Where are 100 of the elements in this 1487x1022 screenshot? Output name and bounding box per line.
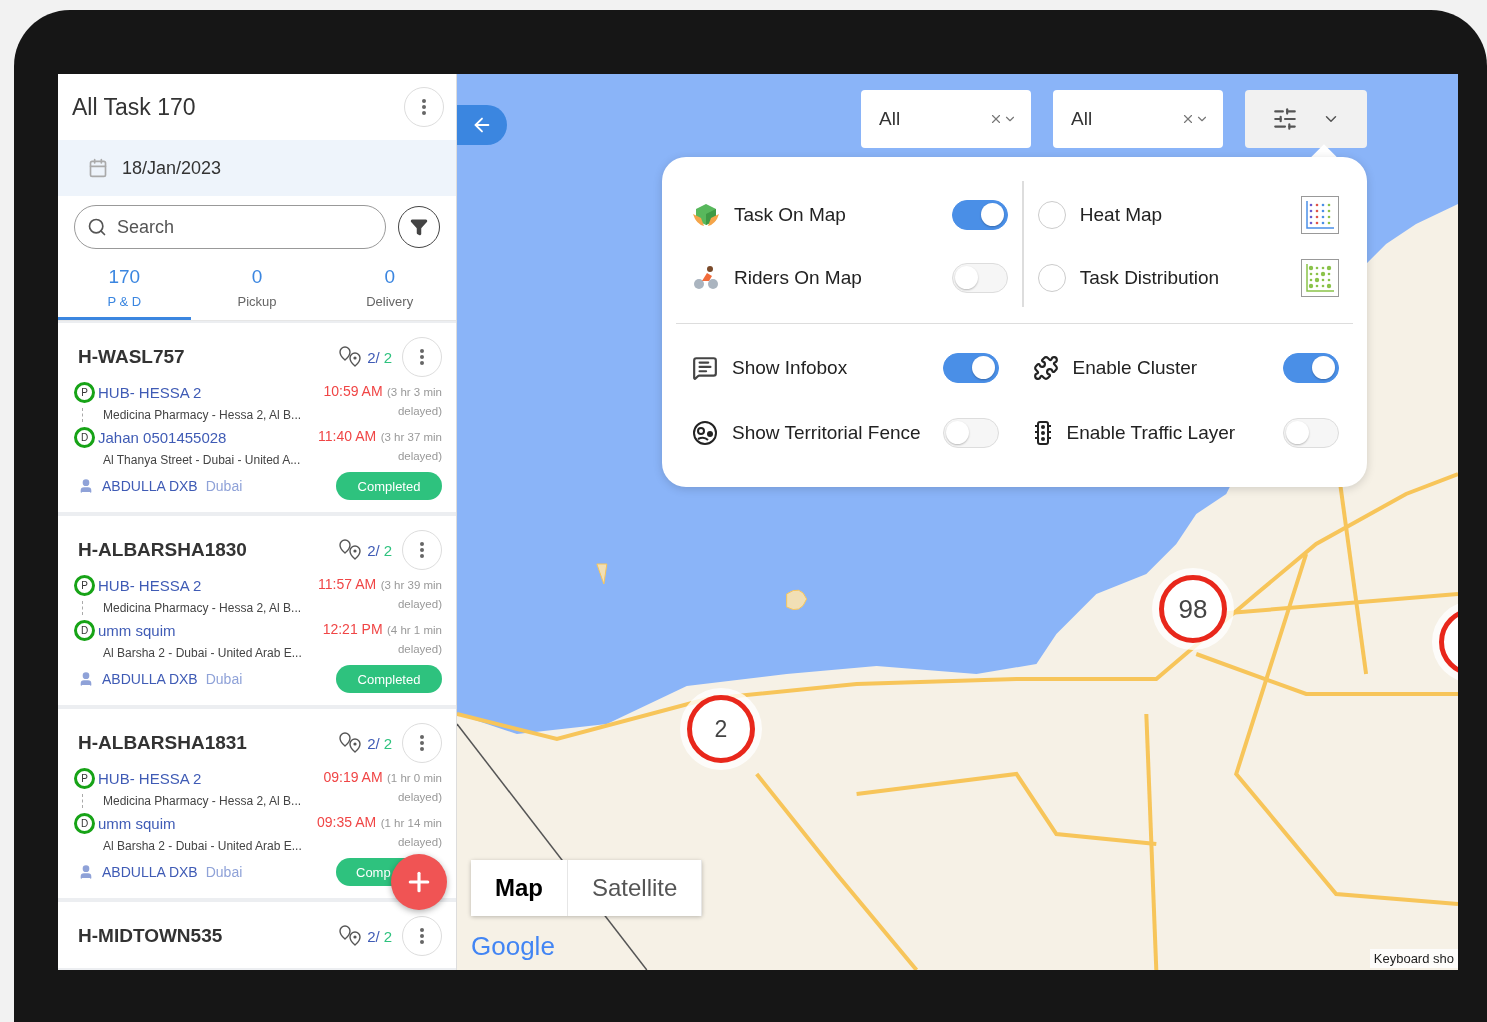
stops-total: 2 bbox=[383, 734, 392, 752]
kebab-icon bbox=[420, 349, 424, 365]
stop-time: 11:57 AM bbox=[318, 576, 377, 592]
calendar-icon bbox=[88, 158, 108, 178]
stop-name: umm squim bbox=[98, 815, 176, 832]
filter-select[interactable]: All bbox=[1053, 90, 1223, 148]
delay-text: (3 hr 37 min delayed) bbox=[380, 431, 442, 462]
clear-icon[interactable] bbox=[989, 112, 1003, 126]
delay-text: (1 hr 14 min delayed) bbox=[380, 817, 442, 848]
more-button[interactable] bbox=[402, 723, 442, 763]
filter-button[interactable] bbox=[398, 206, 440, 248]
option-label: Show Infobox bbox=[732, 357, 849, 380]
date-text[interactable]: 18/Jan/2023 bbox=[122, 157, 222, 179]
kebab-icon bbox=[420, 928, 424, 944]
task-id: H-ALBARSHA1831 bbox=[78, 732, 247, 754]
puzzle-icon bbox=[1032, 355, 1059, 382]
task-card[interactable]: H-MIDTOWN535 2/ 2 bbox=[58, 902, 456, 968]
traffic-light-icon bbox=[1032, 419, 1053, 446]
stop-marker: P bbox=[74, 768, 95, 789]
radio-button[interactable] bbox=[1037, 200, 1066, 229]
tab-label: P & D bbox=[107, 294, 142, 309]
more-button[interactable] bbox=[402, 337, 442, 377]
tab-label: Pickup bbox=[237, 294, 277, 309]
layers-settings-button[interactable] bbox=[1245, 90, 1367, 148]
stop-address: Al Barsha 2 - Dubai - United Arab E... bbox=[102, 839, 303, 853]
rider-city: Dubai bbox=[205, 671, 243, 687]
stop-address: Medicina Pharmacy - Hessa 2, Al B... bbox=[82, 601, 308, 615]
radio-button[interactable] bbox=[1037, 263, 1066, 292]
stop-name: Jahan 0501455028 bbox=[98, 429, 227, 446]
cyclist-icon bbox=[692, 264, 720, 291]
stop-marker: P bbox=[74, 382, 95, 403]
map-type-button[interactable]: Map bbox=[471, 860, 568, 916]
sliders-icon bbox=[1272, 106, 1298, 132]
map-pins-icon bbox=[339, 346, 364, 368]
clear-icon[interactable] bbox=[1181, 112, 1195, 126]
funnel-icon bbox=[410, 218, 428, 236]
face-icon bbox=[692, 419, 718, 446]
stop-address: Medicina Pharmacy - Hessa 2, Al B... bbox=[82, 794, 308, 808]
rider-name: ABDULLA DXB bbox=[102, 864, 198, 880]
panel-title: All Task 170 bbox=[72, 93, 196, 121]
task-id: H-WASL757 bbox=[78, 346, 185, 368]
stop-time: 09:19 AM bbox=[323, 769, 383, 785]
stop-name: umm squim bbox=[98, 622, 176, 639]
map-type-button[interactable]: Satellite bbox=[568, 860, 703, 916]
toggle-switch[interactable] bbox=[1283, 353, 1339, 384]
search-icon bbox=[87, 217, 107, 237]
user-icon bbox=[78, 671, 94, 687]
back-button[interactable] bbox=[457, 105, 507, 145]
tab-label: Delivery bbox=[366, 294, 414, 309]
task-id: H-ALBARSHA1830 bbox=[78, 539, 247, 561]
stop-marker: D bbox=[74, 813, 95, 834]
map-pins-icon bbox=[339, 539, 364, 561]
task-id: H-MIDTOWN535 bbox=[78, 925, 223, 947]
stop-address: Al Thanya Street - Dubai - United A... bbox=[102, 453, 302, 467]
status-badge: Completed bbox=[336, 665, 442, 693]
option-label: Show Territorial Fence bbox=[732, 421, 922, 444]
delay-text: (4 hr 1 min delayed) bbox=[387, 624, 442, 655]
option-label: Enable Traffic Layer bbox=[1066, 421, 1237, 444]
tab-count: 0 bbox=[251, 266, 263, 288]
view-label: Task Distribution bbox=[1079, 266, 1221, 289]
tab-count: 170 bbox=[108, 266, 141, 288]
stop-time: 10:59 AM bbox=[323, 383, 383, 399]
task-card[interactable] bbox=[58, 516, 456, 705]
kebab-icon bbox=[422, 99, 426, 115]
stop-address: Medicina Pharmacy - Hessa 2, Al B... bbox=[82, 408, 308, 422]
filter-select[interactable]: All bbox=[861, 90, 1031, 148]
stops-done: 2/ bbox=[367, 348, 380, 366]
view-label: Heat Map bbox=[1079, 203, 1164, 226]
heat-map-thumbnail-icon bbox=[1301, 195, 1339, 234]
user-icon bbox=[78, 478, 94, 494]
toggle-switch[interactable] bbox=[952, 199, 1009, 230]
stops-done: 2/ bbox=[367, 541, 380, 559]
stop-time: 09:35 AM bbox=[317, 814, 377, 830]
stop-marker: D bbox=[74, 620, 95, 641]
layer-label: Riders On Map bbox=[734, 266, 863, 289]
stop-marker: P bbox=[74, 575, 95, 596]
stops-total: 2 bbox=[383, 348, 392, 366]
delay-text: (1 hr 0 min delayed) bbox=[387, 772, 442, 803]
infobox-icon bbox=[692, 355, 718, 382]
stop-name: HUB- HESSA 2 bbox=[98, 577, 202, 594]
distribution-thumbnail-icon bbox=[1301, 258, 1339, 297]
rider-name: ABDULLA DXB bbox=[102, 671, 198, 687]
rider-city: Dubai bbox=[205, 478, 243, 494]
task-card[interactable] bbox=[58, 323, 456, 512]
toggle-switch[interactable] bbox=[942, 353, 999, 384]
more-button[interactable] bbox=[402, 530, 442, 570]
layer-label: Task On Map bbox=[734, 203, 847, 226]
option-label: Enable Cluster bbox=[1072, 357, 1199, 380]
stop-time: 11:40 AM bbox=[318, 428, 377, 444]
stops-total: 2 bbox=[383, 541, 392, 559]
more-button[interactable] bbox=[404, 87, 444, 127]
stops-done: 2/ bbox=[367, 927, 380, 945]
map-logo: Google bbox=[471, 931, 555, 962]
tab-count: 0 bbox=[384, 266, 395, 288]
delay-text: (3 hr 39 min delayed) bbox=[380, 579, 442, 610]
task-card[interactable] bbox=[58, 709, 456, 898]
stop-marker: D bbox=[74, 427, 95, 448]
keyboard-shortcuts-link[interactable]: Keyboard sho bbox=[1369, 949, 1458, 968]
more-button[interactable] bbox=[402, 916, 442, 956]
rider-city: Dubai bbox=[205, 864, 243, 880]
